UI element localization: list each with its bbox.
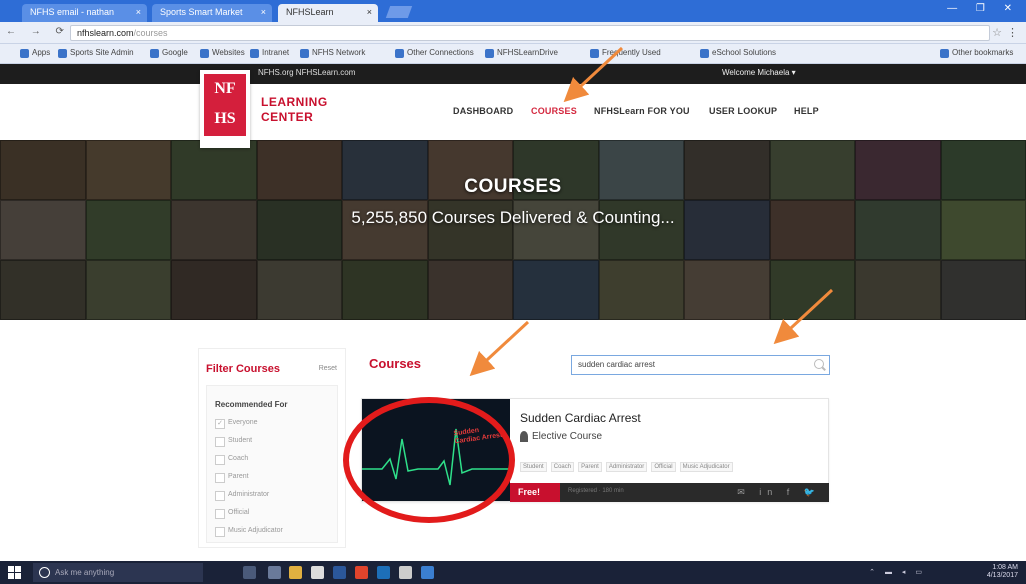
- audience-tag: Student: [520, 462, 547, 472]
- hero-overlay: [0, 140, 1026, 320]
- course-info: Registered · 180 min: [568, 488, 624, 494]
- nav-nfhslearn-for-you[interactable]: NFHSLearn FOR YOU: [594, 106, 690, 116]
- hero-banner: COURSES 5,255,850 Courses Delivered & Co…: [0, 140, 1026, 320]
- nav-courses[interactable]: COURSES: [531, 106, 577, 116]
- url-host: nfhslearn.com: [77, 28, 134, 38]
- user-menu[interactable]: Welcome Michaela ▾: [722, 68, 796, 77]
- bookmark-item[interactable]: NFHS Network: [300, 48, 365, 60]
- app-icon[interactable]: [421, 566, 434, 579]
- filter-option-student[interactable]: Student: [215, 437, 252, 447]
- bookmark-item[interactable]: Other bookmarks: [940, 48, 1013, 60]
- store-icon[interactable]: [311, 566, 324, 579]
- filter-option-music-adjudicator[interactable]: Music Adjudicator: [215, 527, 283, 537]
- courses-heading: Courses: [369, 356, 422, 371]
- calendar-icon[interactable]: [399, 566, 412, 579]
- clock[interactable]: 1:08 AM 4/13/2017: [987, 564, 1018, 580]
- audience-tag: Music Adjudicator: [679, 462, 733, 472]
- bookmark-item[interactable]: Other Connections: [395, 48, 474, 60]
- search-value: sudden cardiac arrest: [578, 360, 655, 369]
- outlook-icon[interactable]: [377, 566, 390, 579]
- url-input[interactable]: nfhslearn.com/courses: [70, 25, 990, 41]
- filter-panel: Filter Courses Reset Recommended For Eve…: [198, 348, 346, 548]
- course-search-input[interactable]: sudden cardiac arrest: [571, 355, 830, 375]
- bookmark-item[interactable]: NFHSLearnDrive: [485, 48, 558, 60]
- logo-mark: NF HS: [204, 74, 246, 136]
- annotation-arrow: [469, 320, 530, 377]
- url-path: /courses: [133, 28, 168, 38]
- word-icon[interactable]: [333, 566, 346, 579]
- browser-tab-sports[interactable]: Sports Smart Market ×: [152, 4, 272, 22]
- browser-tab-email[interactable]: NFHS email - nathan ×: [22, 4, 147, 22]
- hero-subtitle: 5,255,850 Courses Delivered & Counting..…: [351, 208, 675, 227]
- window-controls[interactable]: — ❐ ✕: [947, 3, 1020, 14]
- nfhs-logo[interactable]: NF HS: [200, 70, 250, 148]
- tab-label: NFHSLearn: [286, 7, 334, 17]
- new-tab-button[interactable]: [385, 6, 413, 18]
- audience-tag: Official: [651, 462, 676, 472]
- hero-title: COURSES: [464, 176, 562, 197]
- clock-time: 1:08 AM: [992, 564, 1018, 571]
- chrome-icon[interactable]: [355, 566, 368, 579]
- search-icon[interactable]: [814, 359, 824, 369]
- clock-date: 4/13/2017: [986, 572, 1018, 579]
- filter-option-coach[interactable]: Coach: [215, 455, 248, 465]
- brand-line-1: LEARNING: [261, 95, 328, 109]
- course-card[interactable]: Sudden Cardiac Arrest Sudden Cardiac Arr…: [361, 398, 829, 502]
- nav-user-lookup[interactable]: USER LOOKUP: [709, 106, 777, 116]
- free-button[interactable]: Free!: [510, 483, 560, 502]
- star-icon[interactable]: ☆: [992, 26, 1002, 39]
- bookmark-item[interactable]: Websites: [200, 48, 245, 60]
- site-top-bar: NFHS.org NFHSLearn.com Welcome Michaela …: [0, 64, 1026, 84]
- address-bar-row: ← → ⟳ nfhslearn.com/courses ☆ ⋮: [0, 22, 1026, 44]
- close-icon[interactable]: ×: [136, 7, 141, 17]
- filter-option-everyone[interactable]: Everyone: [215, 419, 258, 429]
- audience-tag: Parent: [578, 462, 602, 472]
- filter-reset-link[interactable]: Reset: [319, 365, 337, 372]
- cortana-search[interactable]: Ask me anything: [33, 563, 203, 582]
- brand-line-2: CENTER: [261, 110, 314, 124]
- brand-name[interactable]: LEARNING CENTER: [261, 95, 328, 125]
- bookmark-item[interactable]: Sports Site Admin: [58, 48, 134, 60]
- system-tray-icons[interactable]: ⌃ ▬ ◂ ▭: [869, 568, 926, 576]
- windows-start-icon[interactable]: [8, 566, 21, 579]
- bookmark-item[interactable]: eSchool Solutions: [700, 48, 776, 60]
- share-icons[interactable]: ✉ in f 🐦: [737, 487, 821, 498]
- filter-option-administrator[interactable]: Administrator: [215, 491, 269, 501]
- logo-tip: [200, 138, 250, 148]
- browser-tab-bar: NFHS email - nathan × Sports Smart Market…: [0, 0, 1026, 22]
- bookmark-item[interactable]: Google: [150, 48, 188, 60]
- file-explorer-icon[interactable]: [289, 566, 302, 579]
- filter-group: Recommended For Everyone Student Coach P…: [206, 385, 338, 543]
- bookmarks-bar: Apps Sports Site Admin Google Websites I…: [0, 44, 1026, 64]
- filter-option-official[interactable]: Official: [215, 509, 249, 519]
- menu-icon[interactable]: ⋮: [1007, 26, 1018, 39]
- close-icon[interactable]: ×: [261, 7, 266, 17]
- filter-option-parent[interactable]: Parent: [215, 473, 249, 483]
- tab-label: Sports Smart Market: [160, 7, 243, 17]
- tab-label: NFHS email - nathan: [30, 7, 115, 17]
- nav-help[interactable]: HELP: [794, 106, 819, 116]
- nav-dashboard[interactable]: DASHBOARD: [453, 106, 513, 116]
- mic-icon[interactable]: [243, 566, 256, 579]
- audience-tag: Administrator: [605, 462, 648, 472]
- course-tags: Student Coach Parent Administrator Offic…: [520, 459, 734, 472]
- ribbon-icon: [520, 431, 528, 442]
- nav-buttons[interactable]: ← → ⟳: [6, 26, 70, 37]
- close-icon[interactable]: ×: [367, 7, 372, 17]
- course-card-footer: Free! Registered · 180 min ✉ in f 🐦: [510, 483, 829, 502]
- task-view-icon[interactable]: [268, 566, 281, 579]
- heartbeat-graphic: [362, 428, 510, 486]
- course-type: Elective Course: [532, 431, 603, 442]
- bookmark-item[interactable]: Intranet: [250, 48, 289, 60]
- filter-title: Filter Courses: [206, 363, 280, 375]
- top-links[interactable]: NFHS.org NFHSLearn.com: [258, 68, 355, 77]
- bookmark-item[interactable]: Apps: [20, 48, 50, 60]
- filter-section-title: Recommended For: [215, 400, 288, 409]
- windows-taskbar: Ask me anything ⌃ ▬ ◂ ▭ 1:08 AM 4/13/201…: [0, 561, 1026, 584]
- bookmark-item[interactable]: Frequently Used: [590, 48, 661, 60]
- browser-tab-nfhslearn[interactable]: NFHSLearn ×: [278, 4, 378, 22]
- course-thumbnail[interactable]: Sudden Cardiac Arrest: [362, 399, 510, 501]
- course-title[interactable]: Sudden Cardiac Arrest: [520, 411, 641, 425]
- audience-tag: Coach: [550, 462, 575, 472]
